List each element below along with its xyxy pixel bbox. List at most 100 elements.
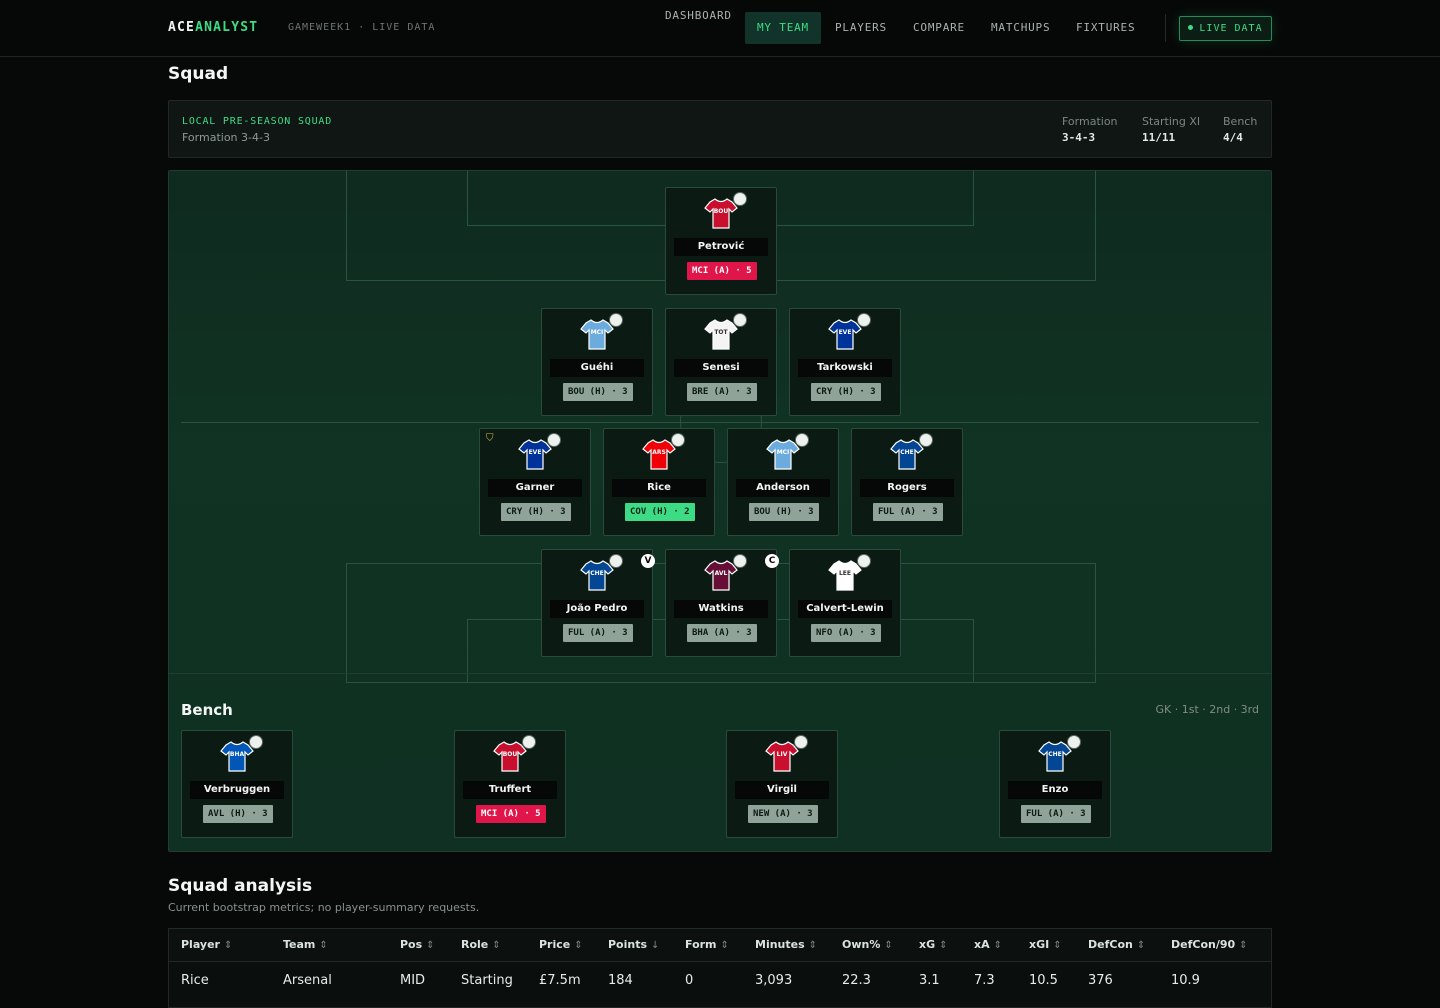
column-header[interactable]: Player ⇕: [181, 938, 232, 951]
fixture-badge: MCI (A) · 5: [687, 262, 757, 280]
bench-divider: [169, 673, 1271, 674]
club-crest-icon: [857, 554, 871, 568]
column-header[interactable]: Pos ⇕: [400, 938, 435, 951]
column-header[interactable]: DefCon/90 ⇕: [1171, 938, 1248, 951]
analysis-title: Squad analysis: [168, 876, 313, 896]
table-cell: 10.9: [1171, 973, 1200, 988]
shirt-team-code: EVE: [838, 329, 852, 336]
player-name: Anderson: [736, 479, 830, 497]
column-header[interactable]: Role ⇕: [461, 938, 501, 951]
player-card[interactable]: TOT Senesi BRE (A) · 3: [665, 308, 777, 416]
shirt-team-code: LIV: [776, 751, 788, 758]
nav-fixtures[interactable]: FIXTURES: [1064, 12, 1147, 44]
club-crest-icon: [1067, 735, 1081, 749]
sort-icon: ⇕: [993, 940, 1002, 951]
player-card[interactable]: AVL Watkins BHA (A) · 3 C: [665, 549, 779, 657]
nav-my-team[interactable]: MY TEAM: [745, 12, 821, 44]
fixture-badge: NEW (A) · 3: [748, 805, 818, 823]
shirt-team-code: CHE: [1048, 751, 1062, 758]
column-header[interactable]: Own% ⇕: [842, 938, 893, 951]
stat-label: Formation: [1062, 115, 1118, 128]
sort-icon: ⇕: [1053, 940, 1062, 951]
column-label: xA: [974, 938, 990, 951]
fixture-badge: BOU (H) · 3: [563, 383, 633, 401]
squad-summary-panel: LOCAL PRE-SEASON SQUAD Formation 3-4-3 F…: [168, 100, 1272, 158]
sort-icon: ⇕: [492, 940, 501, 951]
brand-main: ACE: [168, 20, 196, 35]
live-data-button[interactable]: LIVE DATA: [1179, 16, 1272, 41]
gameweek-subtitle: GAMEWEEK1 · LIVE DATA: [288, 22, 436, 33]
player-card[interactable]: CHE João Pedro FUL (A) · 3 V: [541, 549, 655, 657]
column-label: Form: [685, 938, 717, 951]
player-name: Rogers: [860, 479, 954, 497]
column-header[interactable]: Points ↓: [608, 938, 659, 951]
table-header: Player ⇕ Team ⇕ Pos ⇕ Role ⇕ Price ⇕ Points ↓ Form ⇕ M…: [169, 929, 1271, 962]
squad-description: Formation 3-4-3: [182, 131, 270, 144]
column-header[interactable]: Price ⇕: [539, 938, 583, 951]
shirt-team-code: LEE: [838, 570, 852, 577]
player-card[interactable]: BHA Verbruggen AVL (H) · 3: [181, 730, 293, 838]
player-card[interactable]: BOU Truffert MCI (A) · 5: [454, 730, 566, 838]
fixture-badge: COV (H) · 2: [625, 503, 695, 521]
column-label: xGI: [1029, 938, 1050, 951]
player-card[interactable]: BOU Petrović MCI (A) · 5: [665, 187, 777, 295]
captain-badge[interactable]: C: [765, 554, 779, 568]
shirt-team-code: CHE: [900, 449, 914, 456]
brand-logo[interactable]: ACEANALYST: [168, 20, 258, 35]
column-header[interactable]: DefCon ⇕: [1088, 938, 1145, 951]
nav-matchups[interactable]: MATCHUPS: [979, 12, 1062, 44]
column-header[interactable]: xA ⇕: [974, 938, 1002, 951]
player-card[interactable]: CHE Enzo FUL (A) · 3: [999, 730, 1111, 838]
player-name: Watkins: [674, 600, 768, 618]
player-card[interactable]: LEE Calvert-Lewin NFO (A) · 3: [789, 549, 901, 657]
nav-players[interactable]: PLAYERS: [823, 12, 899, 44]
squad-kicker: LOCAL PRE-SEASON SQUAD: [182, 116, 333, 127]
table-cell: 0: [685, 973, 694, 988]
column-header[interactable]: xGI ⇕: [1029, 938, 1062, 951]
stat-label: Bench: [1223, 115, 1258, 128]
player-card[interactable]: ARS Rice COV (H) · 2: [603, 428, 715, 536]
player-card[interactable]: EVE Tarkowski CRY (H) · 3: [789, 308, 901, 416]
club-crest-icon: [609, 313, 623, 327]
fixture-badge: FUL (A) · 3: [873, 503, 943, 521]
player-name: Rice: [612, 479, 706, 497]
shield-icon: ⛉: [486, 433, 494, 444]
table-cell: Starting: [461, 973, 513, 988]
sort-icon: ⇕: [426, 940, 435, 951]
column-label: Pos: [400, 938, 423, 951]
sort-desc-icon: ↓: [651, 940, 660, 951]
nav-dashboard[interactable]: DASHBOARD: [653, 0, 744, 32]
column-header[interactable]: Form ⇕: [685, 938, 729, 951]
column-header[interactable]: Minutes ⇕: [755, 938, 817, 951]
table-cell: Rice: [181, 973, 209, 988]
column-header[interactable]: xG ⇕: [919, 938, 948, 951]
vice-captain-badge[interactable]: V: [641, 554, 655, 568]
player-card[interactable]: MCI Anderson BOU (H) · 3: [727, 428, 839, 536]
player-card[interactable]: EVE Garner CRY (H) · 3 ⛉: [479, 428, 591, 536]
sort-icon: ⇕: [939, 940, 948, 951]
nav-compare[interactable]: COMPARE: [901, 12, 977, 44]
shirt-team-code: AVL: [714, 570, 728, 577]
brand-accent: ANALYST: [195, 20, 259, 35]
club-crest-icon: [547, 433, 561, 447]
table-cell: MID: [400, 973, 426, 988]
column-label: Points: [608, 938, 648, 951]
column-label: DefCon/90: [1171, 938, 1236, 951]
shirt-team-code: MCI: [776, 449, 790, 456]
table-cell: 3.1: [919, 973, 940, 988]
column-label: Price: [539, 938, 571, 951]
player-card[interactable]: CHE Rogers FUL (A) · 3: [851, 428, 963, 536]
club-crest-icon: [919, 433, 933, 447]
stat-value: 11/11: [1142, 131, 1176, 144]
sort-icon: ⇕: [319, 940, 328, 951]
shirt-team-code: BOU: [502, 751, 518, 758]
nav-divider: [1165, 14, 1166, 42]
player-card[interactable]: LIV Virgil NEW (A) · 3: [726, 730, 838, 838]
column-label: Minutes: [755, 938, 805, 951]
player-card[interactable]: MCI Guéhi BOU (H) · 3: [541, 308, 653, 416]
sort-icon: ⇕: [808, 940, 818, 951]
table-cell: Arsenal: [283, 973, 332, 988]
shirt-team-code: ARS: [652, 449, 666, 456]
table-cell: 22.3: [842, 973, 871, 988]
column-header[interactable]: Team ⇕: [283, 938, 328, 951]
